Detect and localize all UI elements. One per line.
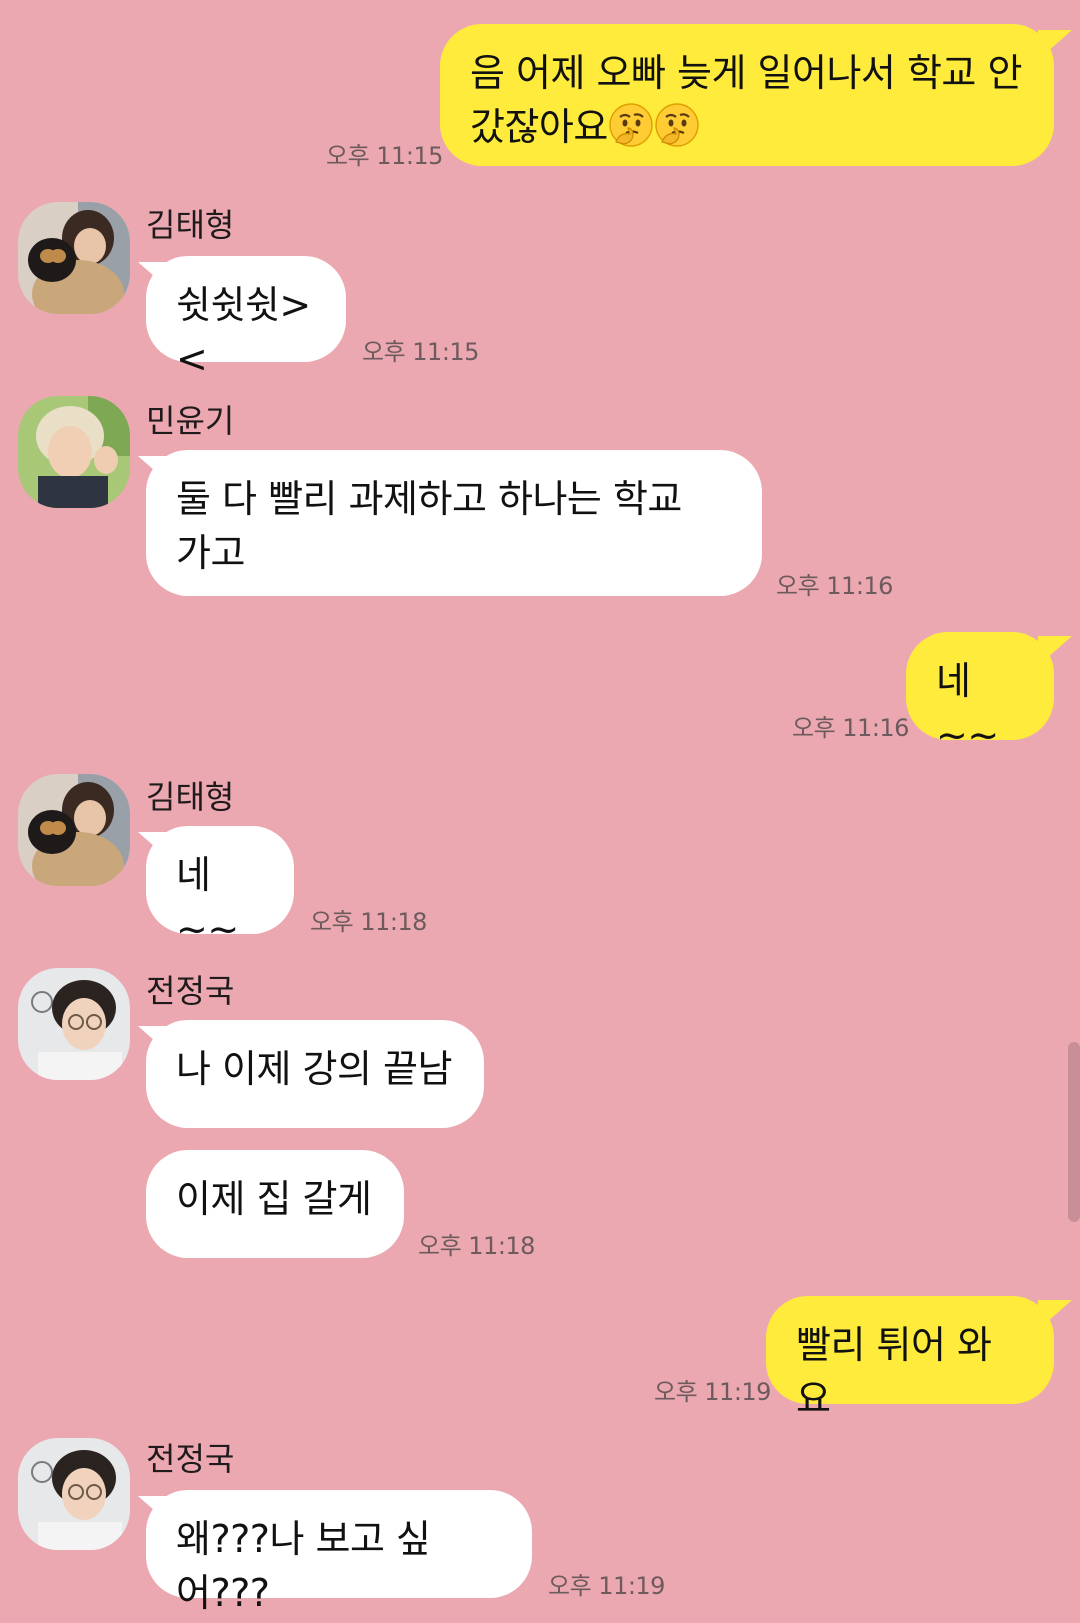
thinking-face-icon	[654, 102, 700, 148]
message-text-line: 가고	[176, 531, 245, 575]
their-message-bubble[interactable]: 나 이제 강의 끝남	[146, 1020, 484, 1128]
thinking-face-icon	[608, 102, 654, 148]
my-message-bubble[interactable]: 빨리 튀어 와요	[766, 1296, 1054, 1421]
message-time: 오후 11:19	[548, 1572, 665, 1600]
scrollbar-thumb[interactable]	[1068, 1042, 1080, 1222]
sender-name: 김태형	[146, 778, 235, 816]
bubble-tail	[1038, 30, 1072, 60]
avatar-taehyung[interactable]	[18, 202, 130, 314]
avatar-jungkook[interactable]	[18, 1438, 130, 1550]
message-time: 오후 11:19	[654, 1378, 771, 1406]
avatar-yoongi[interactable]	[18, 396, 130, 508]
my-message-bubble[interactable]: 네~~	[906, 632, 1054, 757]
message-text: 네~~	[176, 853, 239, 951]
message-time: 오후 11:15	[362, 338, 479, 366]
bubble-tail	[1038, 1300, 1072, 1330]
message-text: 나 이제 강의 끝남	[176, 1047, 452, 1091]
message-time: 오후 11:16	[776, 572, 893, 600]
message-text: 음 어제 오빠 늦게 일어나서 학교 안 갔잖아요	[470, 51, 1022, 149]
their-message-bubble[interactable]: 쉿쉿쉿><	[146, 256, 346, 381]
their-message-bubble[interactable]: 네~~	[146, 826, 294, 951]
avatar-jungkook[interactable]	[18, 968, 130, 1080]
my-message-bubble[interactable]: 음 어제 오빠 늦게 일어나서 학교 안 갔잖아요	[440, 24, 1054, 166]
message-text: 왜???나 보고 싶어???	[176, 1517, 431, 1615]
message-text: 쉿쉿쉿><	[176, 283, 311, 381]
message-text-line: 둘 다 빨리 과제하고 하나는 학교	[176, 477, 682, 521]
message-text: 빨리 튀어 와요	[796, 1323, 992, 1421]
sender-name: 전정국	[146, 972, 235, 1010]
sender-name: 김태형	[146, 206, 235, 244]
message-text: 네~~	[936, 659, 999, 757]
their-message-bubble[interactable]: 둘 다 빨리 과제하고 하나는 학교 가고	[146, 450, 762, 596]
message-time: 오후 11:18	[418, 1232, 535, 1260]
message-time: 오후 11:16	[792, 714, 909, 742]
message-time: 오후 11:15	[326, 142, 443, 170]
bubble-tail	[1038, 636, 1072, 666]
their-message-bubble[interactable]: 이제 집 갈게	[146, 1150, 404, 1258]
their-message-bubble[interactable]: 왜???나 보고 싶어???	[146, 1490, 532, 1615]
sender-name: 민윤기	[146, 402, 235, 440]
sender-name: 전정국	[146, 1440, 235, 1478]
avatar-taehyung[interactable]	[18, 774, 130, 886]
message-time: 오후 11:18	[310, 908, 427, 936]
message-text: 이제 집 갈게	[176, 1177, 372, 1221]
